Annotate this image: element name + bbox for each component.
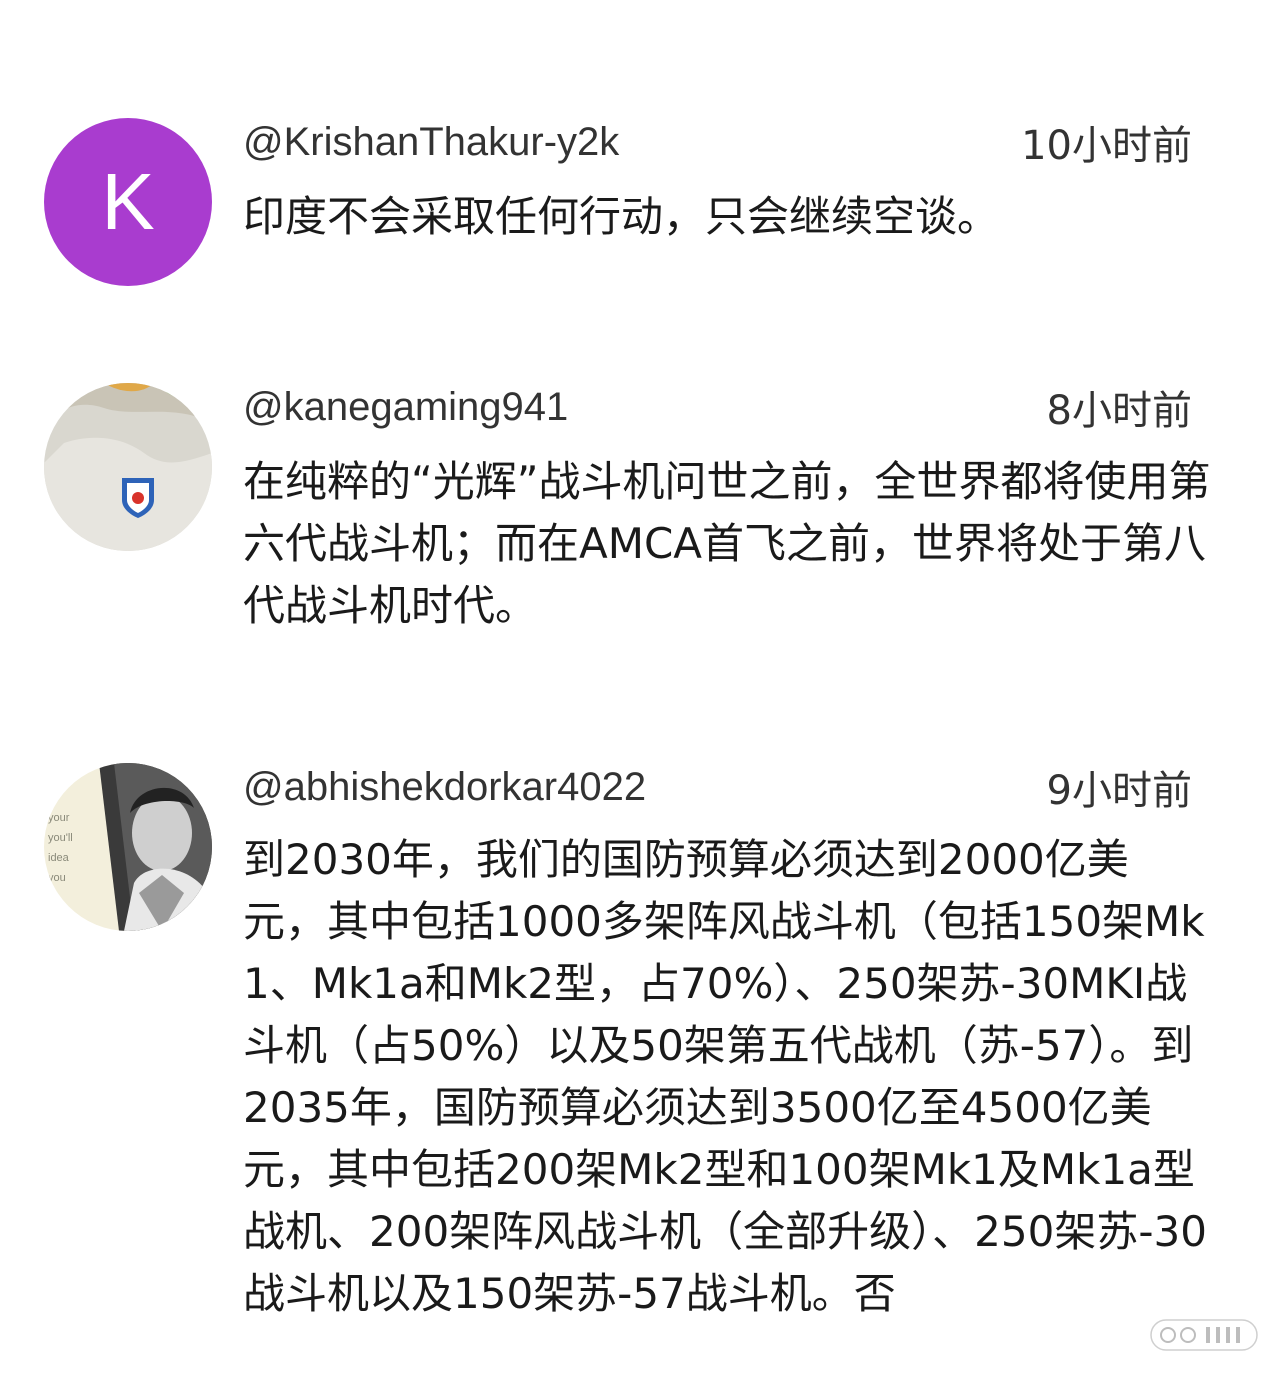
avatar-image bbox=[44, 383, 212, 551]
comment-text: 在纯粹的“光辉”战斗机问世之前，全世界都将使用第六代战斗机；而在AMCA首飞之前… bbox=[243, 457, 1211, 630]
avatar-image: your you'll idea you bbox=[44, 763, 212, 931]
comment-time: 8小时前 bbox=[1046, 388, 1192, 434]
comment-author[interactable]: @abhishekdorkar4022 bbox=[243, 761, 646, 813]
weibo-watermark-icon bbox=[1150, 1319, 1258, 1351]
comment-text: 到2030年，我们的国防预算必须达到2000亿美元，其中包括1000多架阵风战斗… bbox=[243, 835, 1207, 1318]
avatar[interactable] bbox=[44, 383, 212, 551]
comment-author[interactable]: @kanegaming941 bbox=[243, 381, 568, 433]
svg-text:you: you bbox=[48, 872, 66, 884]
avatar[interactable]: your you'll idea you bbox=[44, 763, 212, 931]
avatar[interactable]: K bbox=[44, 118, 212, 286]
svg-text:idea: idea bbox=[48, 852, 70, 864]
comment-time: 9小时前 bbox=[1046, 768, 1192, 814]
comment-author[interactable]: @KrishanThakur-y2k bbox=[243, 116, 619, 168]
comment-time: 10小时前 bbox=[1021, 123, 1192, 169]
comment-text: 印度不会采取任何行动，只会继续空谈。 bbox=[243, 192, 1000, 241]
svg-text:your: your bbox=[48, 812, 70, 824]
svg-text:you'll: you'll bbox=[48, 832, 73, 844]
